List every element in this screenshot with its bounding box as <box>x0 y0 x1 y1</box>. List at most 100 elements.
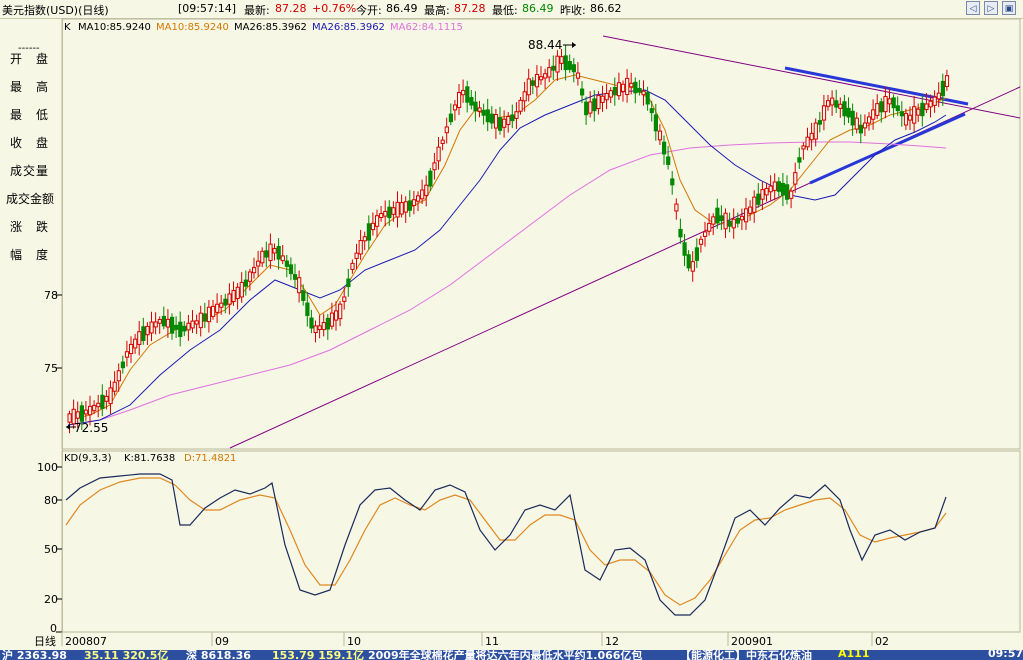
kd-legend-name: KD(9,3,3) <box>64 453 112 464</box>
candlestick <box>940 73 945 106</box>
triangle-lower-line[interactable] <box>809 112 966 185</box>
candlestick <box>867 112 872 131</box>
candlestick <box>321 313 326 337</box>
candlestick <box>280 245 285 265</box>
legend-ma10: MA10:85.9240 <box>156 22 229 33</box>
candlestick <box>600 85 605 112</box>
descending-trend-line[interactable] <box>602 35 1021 119</box>
kd-legend-k: K:81.7638 <box>124 453 175 464</box>
kd-legend-d: D:71.4821 <box>184 453 236 464</box>
candlestick <box>198 305 203 337</box>
candlestick <box>567 54 572 73</box>
ticker-clock: 09:57 <box>988 650 1023 660</box>
high-price-annotation: 88.44 <box>528 38 562 52</box>
candlestick <box>727 212 732 233</box>
candlestick <box>662 135 667 165</box>
candlestick <box>666 145 671 170</box>
period-label: 日线 <box>34 634 56 648</box>
candlestick <box>744 197 749 230</box>
candlestick <box>916 103 921 122</box>
candlestick <box>272 243 277 261</box>
ticker-sz-index: 深 8618.36 <box>186 650 251 660</box>
candlestick <box>530 77 535 95</box>
candlestick <box>780 172 786 207</box>
candlestick <box>268 233 273 269</box>
candlestick <box>846 97 851 123</box>
candlestick <box>481 103 486 125</box>
candlestick <box>657 124 663 146</box>
date-label: 200807 <box>65 635 107 648</box>
legend-ma26-black: MA26:85.3962 <box>234 22 307 33</box>
candlestick <box>539 66 544 85</box>
ticker-sz-change: 153.79 159.1亿 <box>272 650 365 660</box>
candlestick <box>571 58 576 83</box>
candlestick <box>764 182 769 202</box>
candlestick <box>690 251 695 282</box>
candlestick <box>461 79 466 103</box>
trend-lines[interactable] <box>229 35 1021 449</box>
candlestick <box>637 79 642 96</box>
candlestick <box>112 371 117 396</box>
candlestick <box>362 231 367 251</box>
candlestick <box>899 101 904 127</box>
chart-area[interactable]: 78 75 K MA10:85.9240 MA10:85.9240 MA26:8… <box>0 0 1023 650</box>
ticker-sh-change: 35.11 320.5亿 <box>84 650 169 660</box>
candlestick <box>694 238 699 268</box>
candlestick <box>206 300 212 333</box>
candlestick <box>944 69 950 91</box>
candlestick <box>190 310 195 334</box>
kd-k-line <box>65 473 947 616</box>
candlestick <box>411 190 417 215</box>
candlestick <box>448 103 453 126</box>
candlestick <box>735 212 740 228</box>
candlestick <box>133 333 138 354</box>
candlestick <box>260 247 265 268</box>
candlestick <box>489 106 494 129</box>
candlestick <box>264 241 269 268</box>
ticker-news-2[interactable]: 【能源化工】中东石化炼油 <box>680 650 812 660</box>
candlestick <box>325 314 330 340</box>
kd-d-line <box>65 477 947 606</box>
candlestick <box>838 97 843 118</box>
main-legend: K MA10:85.9240 MA10:85.9240 MA26:85.3962… <box>64 22 463 33</box>
candlestick <box>584 96 589 125</box>
kd-tick-label: 100 <box>37 461 58 474</box>
candlestick <box>842 94 847 126</box>
candlestick <box>707 213 712 236</box>
candlestick <box>215 293 220 323</box>
candlestick <box>194 314 199 334</box>
candlestick <box>932 90 937 113</box>
kd-legend: KD(9,3,3) K:81.7638 D:71.4821 <box>64 453 236 464</box>
candlestick <box>100 384 105 417</box>
date-label: 200901 <box>731 635 773 648</box>
legend-ma62: MA62:84.1115 <box>390 22 463 33</box>
candlestick <box>719 205 724 231</box>
legend-k: K <box>64 22 71 33</box>
candlestick <box>920 95 925 127</box>
candlestick <box>682 234 687 267</box>
ticker-news-1[interactable]: 2009年全球棉花产量将达六年内最低水平约1.066亿包 <box>368 650 642 660</box>
x-axis: 日线 200807 09 10 11 12 200901 02 <box>34 632 889 648</box>
candlestick <box>805 127 810 151</box>
price-tick-label: 75 <box>44 362 58 375</box>
candlestick <box>424 175 429 207</box>
candlestick <box>834 89 839 114</box>
candlestick <box>170 313 175 340</box>
ticker-bar: 沪 2363.98 35.11 320.5亿 深 8618.36 153.79 … <box>0 650 1023 660</box>
candlestick <box>309 309 314 334</box>
price-axis: 78 75 <box>44 289 62 375</box>
candlestick <box>256 250 261 277</box>
candlestick <box>588 91 593 118</box>
candlestick <box>129 336 134 363</box>
candlestick <box>67 410 72 434</box>
candlestick <box>674 198 679 220</box>
candlestick <box>826 94 831 111</box>
candlestick <box>137 321 142 356</box>
candlestick <box>821 94 827 131</box>
candlestick <box>801 142 806 160</box>
candlestick <box>252 257 257 279</box>
date-label: 02 <box>875 635 889 648</box>
candlestick <box>625 69 630 103</box>
candlestick <box>432 152 437 180</box>
candlestick <box>776 177 781 197</box>
